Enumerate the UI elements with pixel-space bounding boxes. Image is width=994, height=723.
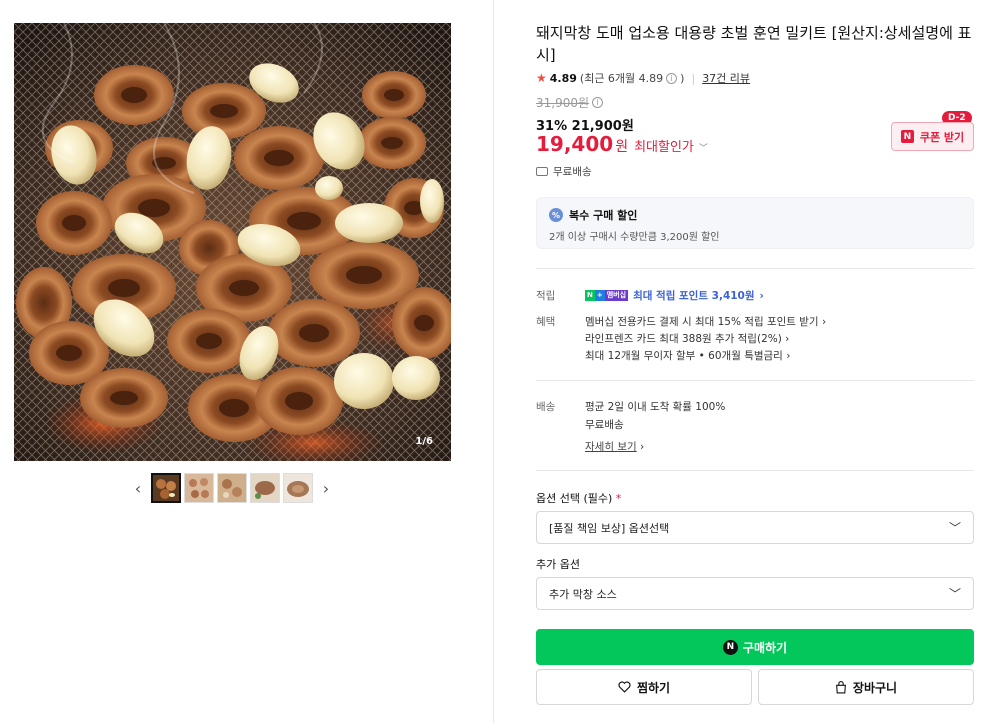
original-price-row: 31,900원 i <box>536 94 604 111</box>
chevron-right-icon: › <box>786 350 791 362</box>
chevron-down-icon: ﹀ <box>948 521 961 535</box>
required-option-label: 옵션 선택 (필수) * <box>536 490 621 506</box>
shopping-bag-icon <box>835 680 846 693</box>
gallery-panel: 1/6 ‹ › <box>0 0 494 723</box>
chevron-right-icon: › <box>759 289 764 302</box>
cart-label: 장바구니 <box>852 680 898 695</box>
multi-purchase-discount-box: % 복수 구매 할인 2개 이상 구매시 수량만큼 3,200원 할인 <box>536 197 974 249</box>
divider <box>536 268 974 269</box>
multi-discount-title: 복수 구매 할인 <box>569 209 638 222</box>
star-icon: ★ <box>536 71 547 85</box>
extra-option-select[interactable]: 추가 막창 소스 ﹀ <box>536 577 974 610</box>
recent-rating: (최근 6개월 4.89 <box>579 72 664 85</box>
multi-discount-desc: 2개 이상 구매시 수량만큼 3,200원 할인 <box>549 232 720 243</box>
info-icon[interactable]: i <box>592 97 604 108</box>
heart-icon <box>618 681 631 693</box>
detail-link-text: 자세히 보기 <box>585 441 637 453</box>
chevron-right-icon[interactable]: › <box>316 473 336 503</box>
truck-icon <box>536 167 548 176</box>
thumbnail-image <box>284 474 312 502</box>
thumbnail-2[interactable] <box>184 473 214 503</box>
divider <box>536 380 974 381</box>
chevron-right-icon: › <box>821 316 827 328</box>
max-discount-label: 최대할인가 <box>634 140 694 155</box>
coupon-label: 쿠폰 받기 <box>919 130 965 144</box>
benefit-line-2[interactable]: 라인프렌즈 카드 최대 388원 추가 적립(2%) › <box>585 331 789 346</box>
required-mark: * <box>615 492 622 505</box>
divider: | <box>691 71 696 85</box>
required-option-text: 옵션 선택 (필수) <box>536 492 613 505</box>
points-link[interactable]: N + 멤버십 최대 적립 포인트 3,410원 › <box>585 288 764 303</box>
naver-n-icon: N <box>900 130 914 143</box>
benefit-line-3[interactable]: 최대 12개월 무이자 할부 • 60개월 특별금리 › <box>585 348 790 363</box>
chevron-right-icon: › <box>785 333 790 345</box>
thumbnail-image <box>218 474 246 502</box>
shipping-text: 무료배송 <box>553 166 592 178</box>
recent-rating-close: ) <box>680 71 685 85</box>
rating-row: ★ 4.89 (최근 6개월 4.89 i) | 37건 리뷰 <box>536 70 750 86</box>
required-option-select[interactable]: [품질 책임 보상] 옵션선택 ﹀ <box>536 511 974 544</box>
review-count-link[interactable]: 37건 리뷰 <box>702 70 750 86</box>
thumbnail-strip: ‹ › <box>128 473 336 503</box>
chevron-down-icon[interactable]: ﹀ <box>699 141 708 154</box>
max-discount-row[interactable]: 19,400 원 최대할인가 ﹀ <box>536 132 708 156</box>
currency-unit: 원 <box>615 139 629 155</box>
product-main-image[interactable]: 1/6 <box>14 23 451 461</box>
extra-option-label: 추가 옵션 <box>536 558 580 571</box>
thumbnail-5[interactable] <box>283 473 313 503</box>
thumbnail-3[interactable] <box>217 473 247 503</box>
wishlist-button[interactable]: 찜하기 <box>536 669 752 705</box>
divider <box>536 470 974 471</box>
extra-option-value: 추가 막창 소스 <box>549 587 617 601</box>
benefit-text: 최대 12개월 무이자 할부 • 60개월 특별금리 <box>585 350 783 362</box>
buy-button[interactable]: N 구매하기 <box>536 629 974 665</box>
wishlist-label: 찜하기 <box>636 680 671 695</box>
buy-label: 구매하기 <box>742 640 788 655</box>
naver-pay-icon: N + 멤버십 <box>585 290 629 301</box>
percent-icon: % <box>549 208 563 222</box>
delivery-detail-link[interactable]: 자세히 보기 › <box>585 439 644 454</box>
info-icon[interactable]: i <box>666 72 678 84</box>
benefit-label: 혜택 <box>536 316 556 328</box>
delivery-label: 배송 <box>536 401 556 413</box>
thumbnail-image <box>185 474 213 502</box>
thumbnail-4[interactable] <box>250 473 280 503</box>
thumbnail-1[interactable] <box>151 473 181 503</box>
coupon-button[interactable]: N 쿠폰 받기 <box>891 122 974 151</box>
chevron-left-icon[interactable]: ‹ <box>128 473 148 503</box>
chevron-down-icon: ﹀ <box>948 587 961 601</box>
benefit-text: 라인프렌즈 카드 최대 388원 추가 적립(2%) <box>585 333 782 345</box>
benefit-text: 멤버십 전용카드 결제 시 최대 15% 적립 포인트 받기 <box>585 316 819 328</box>
required-option-value: [품질 책임 보상] 옵션선택 <box>549 521 670 535</box>
cart-button[interactable]: 장바구니 <box>758 669 974 705</box>
thumbnail-image <box>153 475 179 501</box>
delivery-free: 무료배송 <box>585 419 624 431</box>
image-counter: 1/6 <box>415 436 433 447</box>
rating-score: 4.89 <box>549 71 577 85</box>
points-label: 적립 <box>536 290 556 302</box>
chevron-right-icon: › <box>639 441 645 453</box>
delivery-arrival: 평균 2일 이내 도착 확률 100% <box>585 401 726 413</box>
thumbnail-image <box>251 474 279 502</box>
max-discount-price: 19,400 <box>536 132 614 156</box>
points-text: 최대 적립 포인트 3,410원 <box>633 290 755 302</box>
product-title: 돼지막창 도매 업소용 대용량 초벌 훈연 밀키트 [원산지:상세설명에 표시] <box>536 24 972 64</box>
original-price: 31,900원 <box>536 96 590 110</box>
shipping-row: 무료배송 <box>536 164 592 179</box>
benefit-line-1[interactable]: 멤버십 전용카드 결제 시 최대 15% 적립 포인트 받기 › <box>585 314 826 329</box>
grilled-intestine-photo <box>14 23 451 461</box>
naver-n-icon: N <box>722 639 738 655</box>
